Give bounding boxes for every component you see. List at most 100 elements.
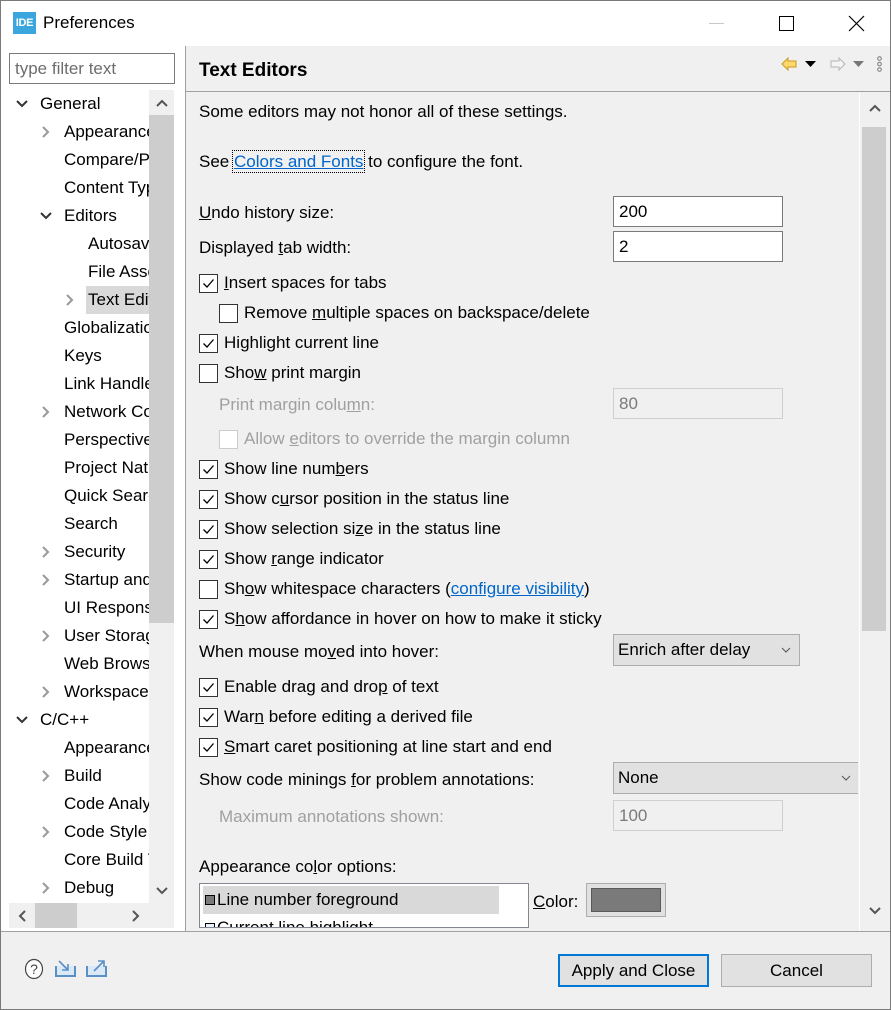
back-button[interactable] xyxy=(781,57,798,71)
maximize-button[interactable] xyxy=(751,1,821,46)
forward-button[interactable] xyxy=(829,57,846,71)
checkbox-checked[interactable] xyxy=(199,519,218,539)
scroll-thumb[interactable] xyxy=(35,903,77,928)
back-history-dropdown[interactable] xyxy=(805,60,816,68)
scroll-up-button[interactable] xyxy=(862,95,887,120)
smart-caret-checkbox[interactable]: Smart caret positioning at line start an… xyxy=(199,736,552,758)
scroll-down-button[interactable] xyxy=(149,878,174,903)
color-option-label: Line number foreground xyxy=(217,890,399,909)
show-print-margin-checkbox[interactable]: Show print margin xyxy=(199,362,361,384)
collapse-toggle[interactable] xyxy=(39,678,53,706)
expand-toggle[interactable] xyxy=(15,90,29,118)
chevron-up-icon xyxy=(868,104,881,112)
collapse-toggle[interactable] xyxy=(39,538,53,566)
warn-derived-file-checkbox[interactable]: Warn before editing a derived file xyxy=(199,706,473,728)
checkbox-unchecked[interactable] xyxy=(219,303,238,323)
apply-and-close-button[interactable]: Apply and Close xyxy=(558,954,709,987)
view-menu-button[interactable] xyxy=(877,56,882,72)
remove-multiple-spaces-checkbox[interactable]: Remove multiple spaces on backspace/dele… xyxy=(219,302,590,324)
content-vertical-scrollbar[interactable] xyxy=(859,93,889,931)
color-label: Color: xyxy=(533,892,579,911)
tree-item-label: Startup and Shutdown xyxy=(64,570,149,589)
undo-history-size-input[interactable]: 200 xyxy=(613,196,783,227)
code-minings-select[interactable]: None xyxy=(613,762,858,794)
cancel-button[interactable]: Cancel xyxy=(721,954,872,987)
appearance-color-list[interactable]: Line number foreground Current line highl… xyxy=(199,883,529,928)
collapse-toggle[interactable] xyxy=(39,118,53,146)
checkbox-checked[interactable] xyxy=(199,489,218,509)
checkbox-unchecked[interactable] xyxy=(219,429,238,449)
checkbox-checked[interactable] xyxy=(199,549,218,569)
scroll-left-button[interactable] xyxy=(9,903,34,928)
tree-item-label: Globalization xyxy=(64,318,149,337)
chevron-up-icon xyxy=(155,99,168,107)
tree-vertical-scrollbar[interactable] xyxy=(149,90,174,903)
color-option-item[interactable]: Line number foreground xyxy=(203,886,499,914)
checkbox-checked[interactable] xyxy=(199,677,218,697)
tree-horizontal-scrollbar[interactable] xyxy=(9,903,174,928)
print-margin-column-input[interactable]: 80 xyxy=(613,388,783,419)
chevron-down-icon xyxy=(155,886,168,894)
max-annotations-input[interactable]: 100 xyxy=(613,800,783,831)
checkbox-checked[interactable] xyxy=(199,273,218,293)
expand-toggle[interactable] xyxy=(39,202,53,230)
show-whitespace-checkbox[interactable]: Show whitespace characters (configure vi… xyxy=(199,578,590,600)
scroll-right-button[interactable] xyxy=(123,903,148,928)
configure-visibility-link[interactable]: configure visibility xyxy=(451,579,584,598)
colors-and-fonts-link[interactable]: Colors and Fonts xyxy=(231,150,366,173)
collapse-toggle[interactable] xyxy=(39,622,53,650)
checkbox-label: Show line numbers xyxy=(224,459,369,478)
hint-suffix: to configure the font. xyxy=(363,152,524,171)
show-selection-size-checkbox[interactable]: Show selection size in the status line xyxy=(199,518,501,540)
tree-item-label: Search xyxy=(64,514,118,533)
filter-input[interactable] xyxy=(9,53,175,84)
tree-item-label: Appearance xyxy=(64,738,149,757)
scroll-thumb[interactable] xyxy=(862,127,886,631)
color-picker-button[interactable] xyxy=(586,883,666,917)
allow-override-margin-checkbox[interactable]: Allow editors to override the margin col… xyxy=(219,428,570,450)
checkbox-checked[interactable] xyxy=(199,333,218,353)
enable-drag-drop-checkbox[interactable]: Enable drag and drop of text xyxy=(199,676,439,698)
insert-spaces-checkbox[interactable]: Insert spaces for tabs xyxy=(199,272,387,294)
tree-item-label: Security xyxy=(64,542,126,561)
tab-width-input[interactable]: 2 xyxy=(613,231,783,262)
tree-item-label: Quick Search xyxy=(64,486,149,505)
collapse-toggle[interactable] xyxy=(39,398,53,426)
tree-item-label: Appearance xyxy=(64,122,149,141)
close-button[interactable] xyxy=(821,1,891,46)
checkbox-checked[interactable] xyxy=(199,459,218,479)
checkbox-checked[interactable] xyxy=(199,737,218,757)
color-option-item[interactable]: Current line highlight xyxy=(203,914,499,927)
show-hover-affordance-checkbox[interactable]: Show affordance in hover on how to make … xyxy=(199,608,602,630)
checkmark-icon xyxy=(203,338,214,348)
highlight-current-line-checkbox[interactable]: Highlight current line xyxy=(199,332,379,354)
show-range-indicator-checkbox[interactable]: Show range indicator xyxy=(199,548,384,570)
tree-item-label: Link Handlers xyxy=(64,374,149,393)
collapse-toggle[interactable] xyxy=(39,566,53,594)
close-icon xyxy=(848,15,864,32)
import-button[interactable] xyxy=(55,958,77,983)
forward-history-dropdown[interactable] xyxy=(853,60,864,68)
chevron-right-icon xyxy=(131,909,139,922)
collapse-toggle[interactable] xyxy=(63,286,77,314)
collapse-toggle[interactable] xyxy=(39,818,53,846)
export-button[interactable] xyxy=(86,958,108,983)
help-button[interactable]: ? xyxy=(24,958,44,985)
checkbox-checked[interactable] xyxy=(199,609,218,629)
checkbox-unchecked[interactable] xyxy=(199,579,218,599)
show-cursor-position-checkbox[interactable]: Show cursor position in the status line xyxy=(199,488,509,510)
collapse-toggle[interactable] xyxy=(39,762,53,790)
expand-toggle[interactable] xyxy=(15,706,29,734)
collapse-toggle[interactable] xyxy=(39,874,53,902)
scroll-thumb[interactable] xyxy=(149,115,174,623)
scroll-up-button[interactable] xyxy=(149,90,174,115)
checkbox-label: Insert spaces for tabs xyxy=(224,273,387,292)
scroll-down-button[interactable] xyxy=(862,898,887,923)
checkbox-label: Show range indicator xyxy=(224,549,384,568)
checkbox-checked[interactable] xyxy=(199,707,218,727)
hover-mode-select[interactable]: Enrich after delay xyxy=(613,634,800,666)
checkbox-label: Show selection size in the status line xyxy=(224,519,501,538)
checkbox-unchecked[interactable] xyxy=(199,363,218,383)
show-line-numbers-checkbox[interactable]: Show line numbers xyxy=(199,458,369,480)
minimize-button[interactable] xyxy=(681,1,751,46)
